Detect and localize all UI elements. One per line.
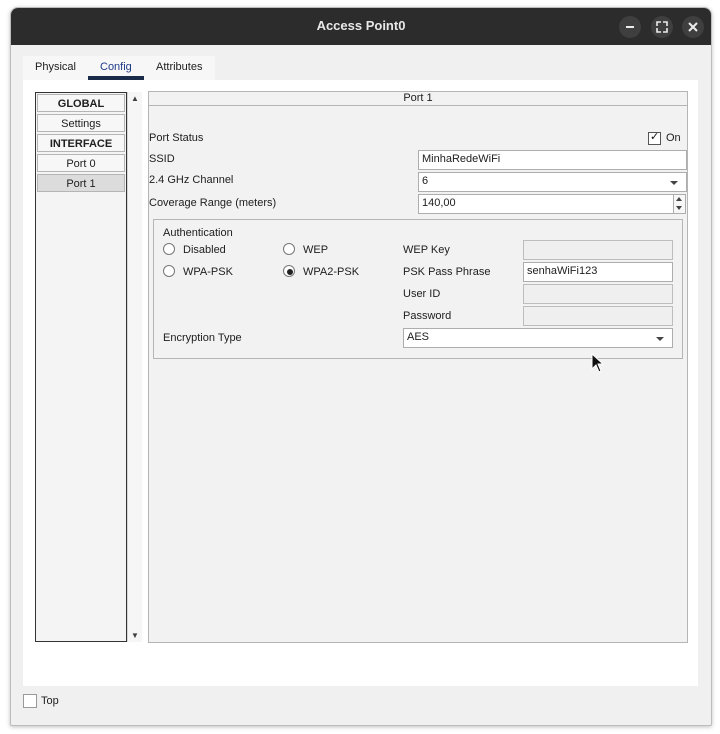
wep-key-input[interactable] (523, 240, 673, 260)
port-status-on-label: On (666, 132, 681, 144)
radio-wpa-psk-label: WPA-PSK (183, 266, 233, 278)
channel-select[interactable]: 6 (418, 172, 687, 192)
spin-down-icon[interactable] (676, 206, 682, 210)
radio-disabled[interactable] (163, 243, 175, 255)
minimize-icon (626, 26, 634, 28)
psk-pass-phrase-label: PSK Pass Phrase (403, 266, 491, 278)
sidebar: GLOBAL Settings INTERFACE Port 0 Port 1 (35, 92, 127, 642)
encryption-type-select[interactable]: AES (403, 328, 673, 348)
ssid-input[interactable]: MinhaRedeWiFi (418, 150, 687, 170)
coverage-spinner[interactable] (673, 194, 686, 214)
window-title: Access Point0 (316, 18, 406, 33)
tab-physical[interactable]: Physical (35, 61, 76, 73)
port-status-label: Port Status (149, 132, 204, 144)
ssid-label: SSID (149, 153, 175, 165)
title-bar[interactable]: Access Point0 (11, 8, 711, 45)
minimize-button[interactable] (619, 16, 641, 38)
config-content: GLOBAL Settings INTERFACE Port 0 Port 1 … (23, 80, 698, 686)
wep-key-label: WEP Key (403, 244, 450, 256)
close-icon (688, 22, 698, 32)
sidebar-scrollbar[interactable]: ▲ ▼ (127, 92, 142, 642)
chevron-down-icon (656, 337, 664, 341)
sidebar-item-settings[interactable]: Settings (37, 114, 125, 132)
sidebar-item-port0[interactable]: Port 0 (37, 154, 125, 172)
radio-wpa-psk[interactable] (163, 265, 175, 277)
user-id-label: User ID (403, 288, 441, 300)
checkmark-icon: ✓ (650, 131, 660, 143)
encryption-type-label: Encryption Type (163, 332, 242, 344)
maximize-icon (656, 21, 668, 33)
encryption-type-value: AES (407, 331, 430, 343)
radio-wep-label: WEP (303, 244, 329, 256)
authentication-title: Authentication (163, 227, 233, 239)
password-label: Password (403, 310, 452, 322)
top-checkbox-label: Top (41, 695, 59, 707)
chevron-down-icon (670, 181, 678, 185)
scroll-down-icon[interactable]: ▼ (131, 631, 139, 640)
sidebar-header-interface: INTERFACE (37, 134, 125, 152)
radio-wpa2-psk[interactable] (283, 265, 295, 277)
radio-wep[interactable] (283, 243, 295, 255)
sidebar-header-global: GLOBAL (37, 94, 125, 112)
sidebar-item-port1[interactable]: Port 1 (37, 174, 125, 192)
tab-attributes[interactable]: Attributes (156, 61, 202, 73)
port-panel: Port 1 Port Status ✓ On SSID MinhaRedeWi… (148, 91, 688, 643)
user-id-input[interactable] (523, 284, 673, 304)
radio-disabled-label: Disabled (183, 244, 226, 256)
coverage-input[interactable]: 140,00 (418, 194, 674, 214)
authentication-group: Authentication Disabled WEP WPA-PSK WPA2… (153, 219, 683, 359)
channel-label: 2.4 GHz Channel (149, 174, 234, 186)
port-status-checkbox[interactable]: ✓ (648, 131, 661, 145)
mouse-cursor-icon (591, 352, 605, 376)
scroll-up-icon[interactable]: ▲ (131, 94, 139, 103)
psk-pass-phrase-input[interactable]: senhaWiFi123 (523, 262, 673, 282)
panel-title: Port 1 (149, 92, 687, 106)
radio-selected-dot (287, 269, 293, 275)
coverage-label: Coverage Range (meters) (149, 197, 277, 209)
spin-up-icon[interactable] (676, 197, 682, 201)
top-checkbox[interactable] (23, 694, 37, 708)
maximize-button[interactable] (651, 16, 673, 38)
radio-wpa2-psk-label: WPA2-PSK (303, 266, 360, 278)
password-input[interactable] (523, 306, 673, 326)
close-button[interactable] (682, 16, 704, 38)
channel-value: 6 (422, 175, 429, 187)
tab-config[interactable]: Config (100, 61, 132, 73)
tab-bar: Physical Config Attributes (23, 56, 215, 80)
access-point-window: Access Point0 Physical Config Attributes… (10, 7, 712, 726)
